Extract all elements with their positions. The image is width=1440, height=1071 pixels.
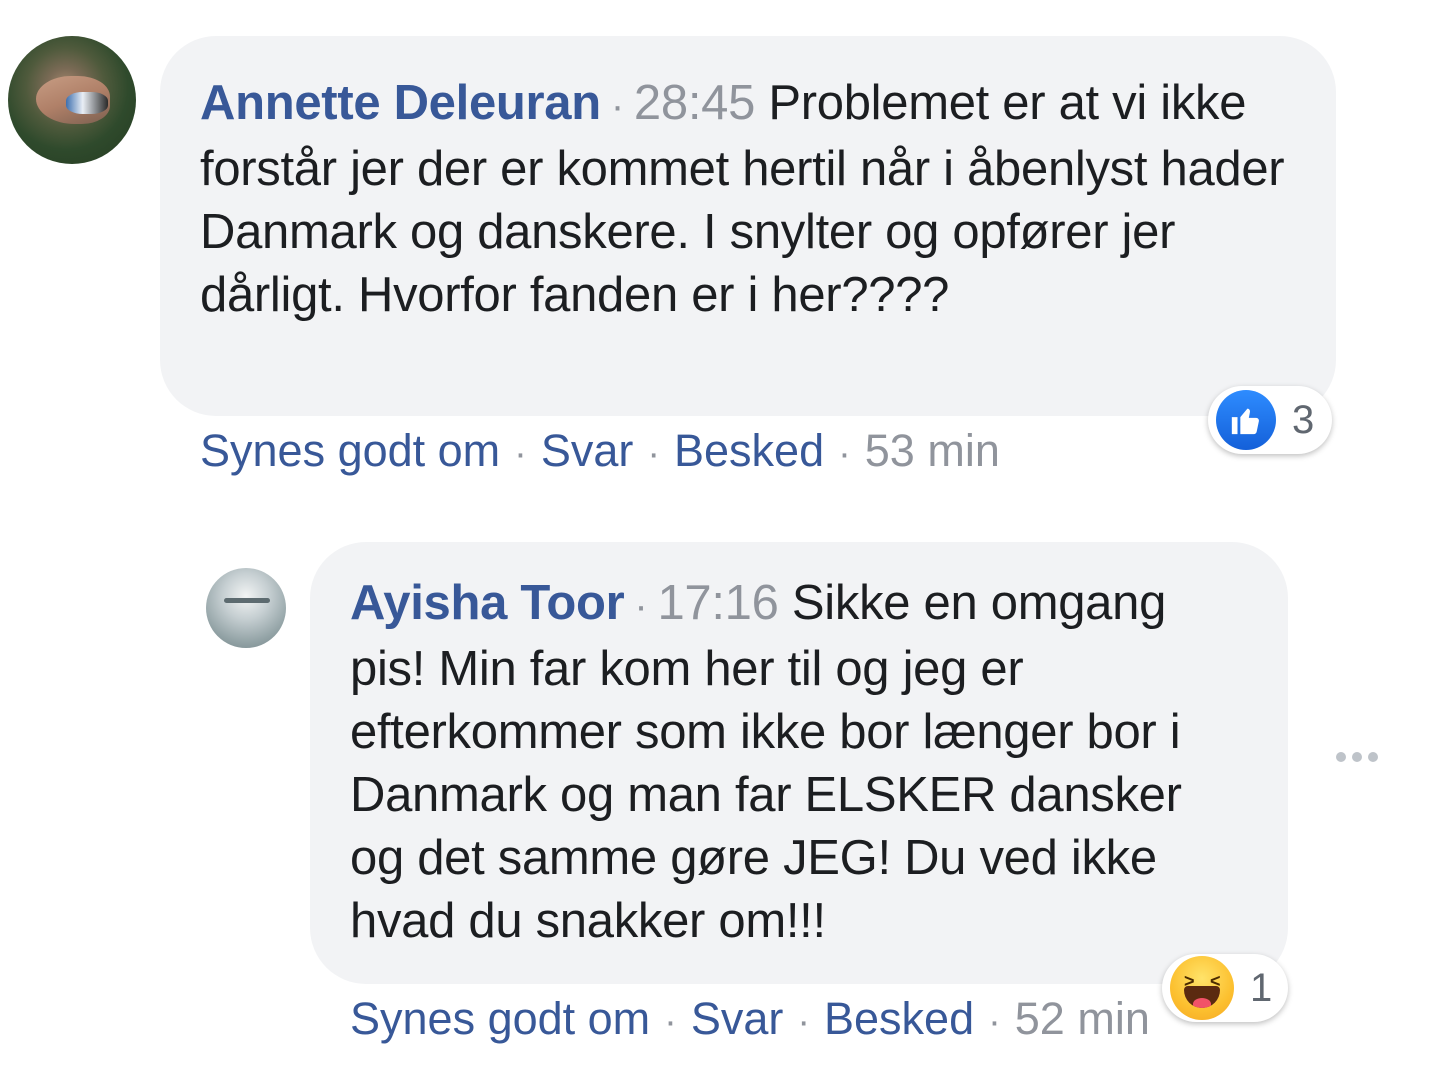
comment-body: Annette Deleuran · 28:45 Problemet er at v…	[200, 72, 1296, 327]
reaction-summary[interactable]: 3	[1208, 386, 1332, 454]
separator: ·	[797, 1001, 811, 1043]
bird-wing	[66, 92, 108, 114]
separator: ·	[664, 1001, 677, 1043]
dot-icon	[1368, 752, 1378, 762]
message-link[interactable]: Besked	[824, 993, 974, 1044]
reaction-count: 3	[1292, 397, 1315, 442]
comment-time[interactable]: 53 min	[865, 425, 1000, 476]
reaction-count: 1	[1250, 965, 1273, 1010]
like-link[interactable]: Synes godt om	[200, 425, 500, 476]
comment-bubble: Ayisha Toor · 17:16 Sikke en omgang pis! M…	[310, 542, 1288, 984]
reply-link[interactable]: Svar	[541, 425, 634, 476]
dot-icon	[1352, 752, 1362, 762]
comment-timestamp[interactable]: 28:45	[634, 76, 755, 130]
like-link[interactable]: Synes godt om	[350, 993, 650, 1044]
comment-text: Sikke en omgang pis! Min far kom her til…	[350, 576, 1182, 948]
separator: ·	[988, 1001, 1001, 1043]
separator: ·	[838, 433, 851, 475]
avatar[interactable]	[8, 36, 136, 164]
dot-icon	[1336, 752, 1346, 762]
comment-actions: Synes godt om · Svar · Besked · 53 min	[200, 426, 1000, 479]
message-link[interactable]: Besked	[674, 425, 824, 476]
haha-icon: > <	[1170, 956, 1234, 1020]
avatar-detail	[224, 598, 270, 603]
comment-bubble: Annette Deleuran · 28:45 Problemet er at v…	[160, 36, 1336, 416]
tongue-icon	[1193, 998, 1211, 1008]
comment-timestamp[interactable]: 17:16	[657, 576, 778, 630]
separator: ·	[634, 584, 648, 628]
more-options-icon[interactable]	[1336, 752, 1378, 762]
separator: ·	[610, 84, 624, 128]
separator: ·	[514, 433, 527, 475]
separator: ·	[647, 433, 661, 475]
reaction-summary[interactable]: > < 1	[1162, 954, 1288, 1022]
comment-actions: Synes godt om · Svar · Besked · 52 min	[350, 994, 1150, 1047]
reply-link[interactable]: Svar	[691, 993, 784, 1044]
like-icon	[1216, 390, 1276, 450]
comment-author[interactable]: Annette Deleuran	[200, 76, 601, 130]
avatar[interactable]	[206, 568, 286, 648]
comment-body: Ayisha Toor · 17:16 Sikke en omgang pis! M…	[350, 572, 1248, 953]
comment-time[interactable]: 52 min	[1015, 993, 1150, 1044]
comment-author[interactable]: Ayisha Toor	[350, 576, 625, 630]
mouth-icon	[1184, 986, 1220, 1008]
